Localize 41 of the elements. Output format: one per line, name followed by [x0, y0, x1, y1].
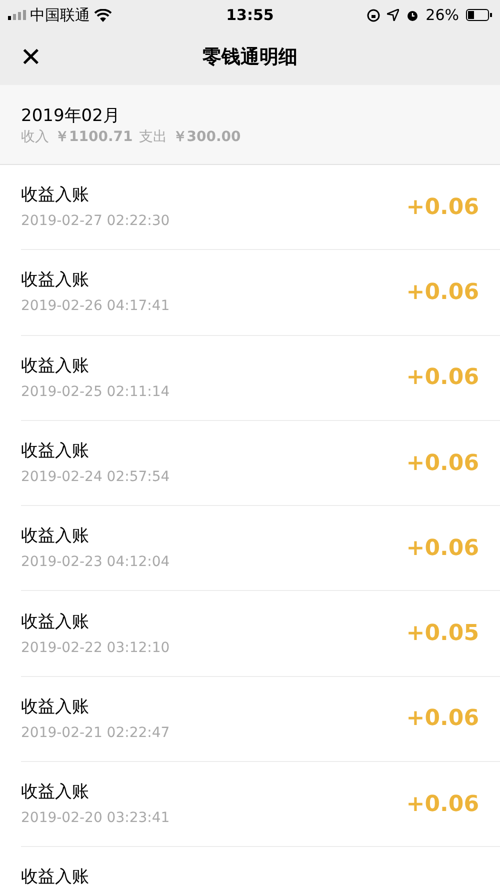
transaction-time: 2019-02-20 03:23:41 [21, 809, 171, 828]
expense-label: 支出 [138, 128, 167, 147]
transaction-amount: +0.06 [406, 194, 479, 222]
income-amount: ￥1100.71 [55, 128, 133, 147]
income-label: 收入 [21, 128, 49, 147]
transaction-amount: +0.06 [406, 705, 479, 734]
transaction-title: 收益入账 [21, 525, 90, 548]
rotation-lock-icon [366, 8, 380, 22]
transaction-time: 2019-02-23 04:12:04 [21, 553, 171, 572]
transaction-amount: +0.06 [406, 364, 479, 392]
transaction-amount: +0.06 [406, 534, 479, 563]
location-arrow-icon [386, 9, 399, 21]
month-heading: 2019年02月 [21, 105, 121, 127]
close-button[interactable]: ✕ [20, 44, 42, 70]
alarm-clock-icon [406, 8, 419, 22]
clock-time: 13:55 [226, 4, 274, 26]
transaction-title: 收益入账 [21, 354, 90, 377]
transaction-title: 收益入账 [21, 610, 90, 633]
transaction-title: 收益入账 [21, 269, 90, 292]
battery-percentage: 26% [426, 4, 459, 26]
transaction-amount: +0.06 [406, 450, 479, 478]
signal-icon [8, 10, 26, 20]
transaction-amount: +0.06 [406, 790, 479, 819]
transaction-title: 收益入账 [21, 696, 90, 718]
transaction-title: 收益入账 [21, 440, 90, 462]
wifi-icon [94, 8, 112, 22]
transaction-title: 收益入账 [21, 866, 90, 888]
transaction-title: 收益入账 [21, 781, 90, 804]
expense-amount: ￥300.00 [172, 128, 241, 147]
transaction-amount: +0.05 [406, 620, 479, 648]
carrier-name: 中国联通 [30, 4, 90, 26]
page-title: 零钱通明细 [202, 45, 298, 70]
transaction-time: 2019-02-21 02:22:47 [21, 724, 171, 742]
transaction-time: 2019-02-26 04:17:41 [21, 297, 171, 316]
battery-icon [466, 9, 492, 21]
transaction-amount: +0.06 [406, 278, 479, 307]
transaction-title: 收益入账 [21, 184, 90, 206]
transaction-time: 2019-02-24 02:57:54 [21, 468, 171, 486]
transaction-time: 2019-02-27 02:22:30 [21, 212, 171, 230]
transaction-time: 2019-02-25 02:11:14 [21, 382, 171, 401]
transaction-time: 2019-02-22 03:12:10 [21, 638, 171, 657]
